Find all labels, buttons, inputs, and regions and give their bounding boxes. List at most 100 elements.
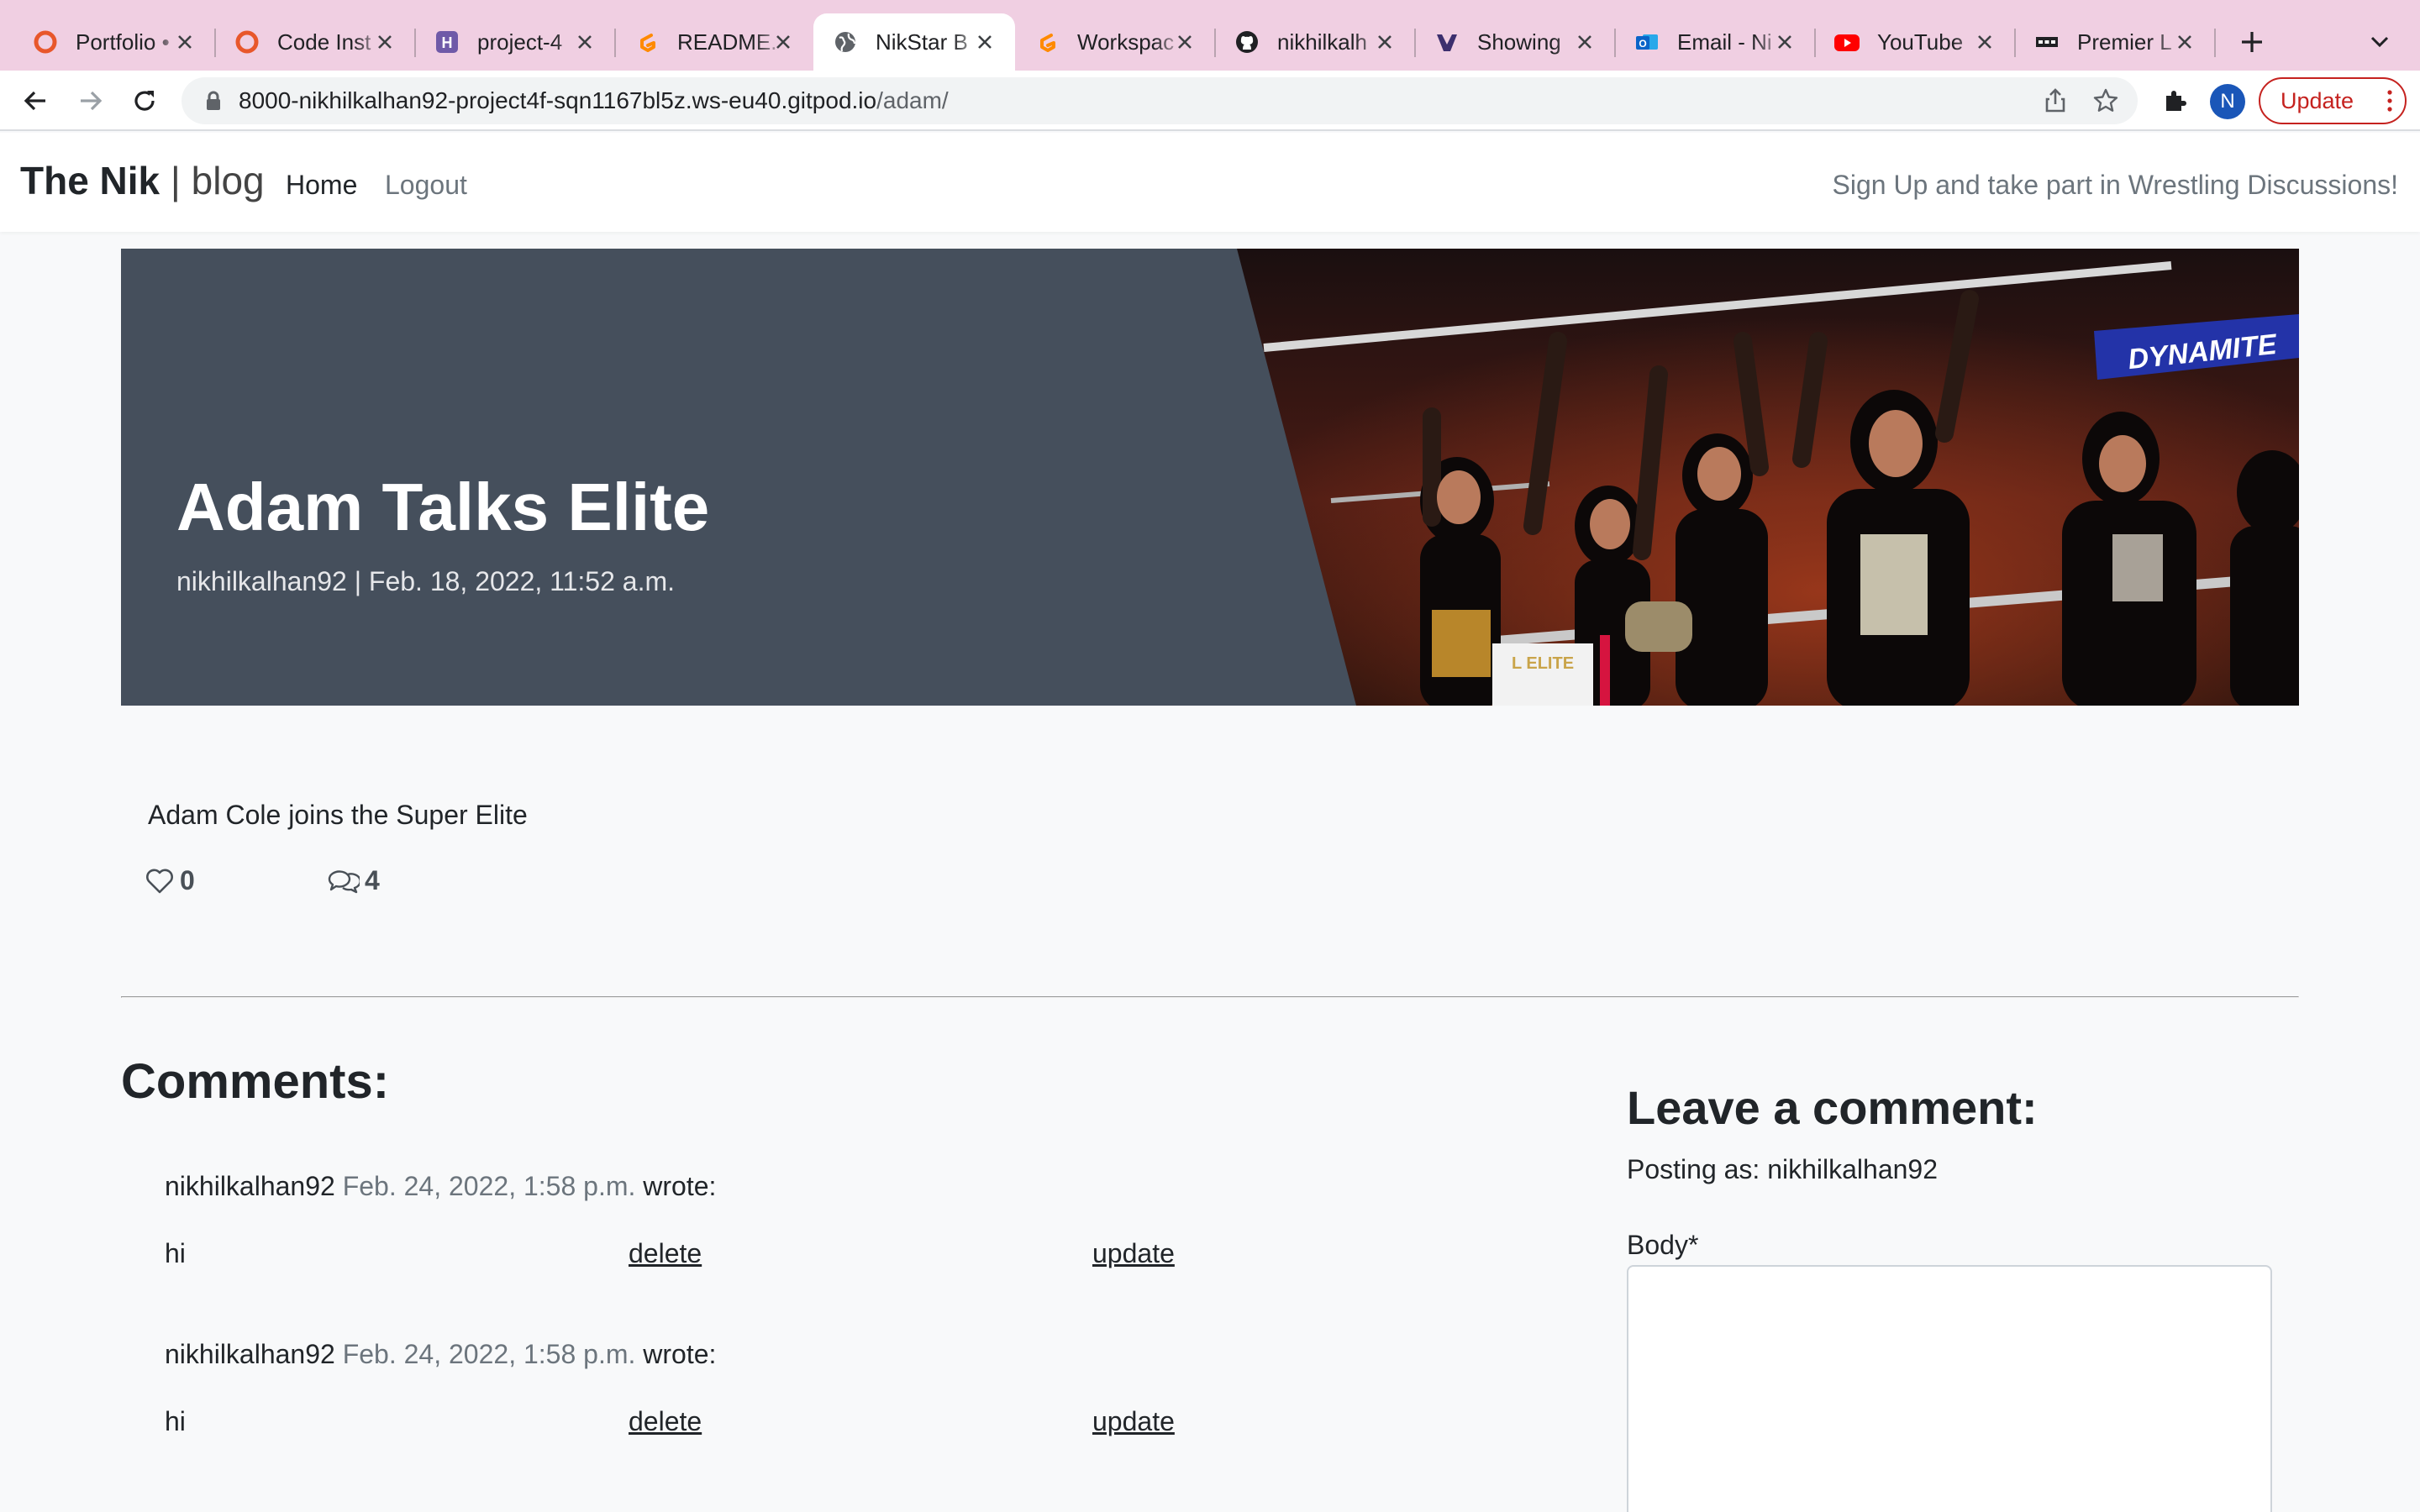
extensions-button[interactable] [2156, 82, 2193, 119]
close-tab-icon[interactable] [570, 27, 600, 57]
outlook-favicon: O [1634, 29, 1660, 55]
posting-as-text: Posting as: nikhilkalhan92 [1627, 1154, 1939, 1184]
address-bar[interactable]: 8000-nikhilkalhan92-project4f-sqn1167bl5… [182, 77, 2138, 124]
share-icon[interactable] [2042, 87, 2069, 114]
comment-header: nikhilkalhan92 Feb. 24, 2022, 1:58 p.m. … [165, 1171, 716, 1202]
bookmark-star-icon[interactable] [2092, 87, 2119, 114]
lock-icon [207, 91, 220, 110]
close-tab-icon[interactable] [970, 27, 1000, 57]
delete-comment-link[interactable]: delete [629, 1406, 702, 1437]
url-text: 8000-nikhilkalhan92-project4f-sqn1167bl5… [239, 87, 949, 114]
brand-name: The Nik [20, 159, 160, 202]
comment-body: hi [165, 1238, 186, 1268]
browser-tab-showing[interactable]: Showing [1415, 13, 1616, 71]
comment-count: 4 [365, 865, 380, 895]
close-tab-icon[interactable] [1370, 27, 1400, 57]
update-comment-link[interactable]: update [1092, 1238, 1175, 1269]
premier-league-favicon [2033, 29, 2060, 55]
close-tab-icon[interactable] [1570, 27, 1600, 57]
like-counter[interactable]: 0 [145, 865, 195, 896]
post-content: Adam Cole joins the Super Elite [148, 800, 528, 830]
back-arrow-icon [24, 91, 45, 111]
puzzle-piece-icon [2166, 91, 2186, 111]
browser-tab-youtube[interactable]: YouTube [1815, 13, 2016, 71]
forward-arrow-icon [81, 91, 103, 111]
heroku-favicon: H [434, 29, 460, 55]
portfolio-favicon [32, 29, 59, 55]
brand-suffix: blog [191, 159, 265, 202]
post-title: Adam Talks Elite [176, 470, 710, 544]
site-favicon [1434, 29, 1460, 55]
body-field-label: Body* [1627, 1230, 1699, 1260]
comments-icon [328, 869, 360, 893]
browser-tab-email[interactable]: O Email - Ni [1615, 13, 1816, 71]
like-count: 0 [180, 865, 195, 895]
section-divider [121, 996, 2299, 998]
comment-counter: 4 [326, 865, 380, 896]
browser-tab-code-institute[interactable]: Code Inst [215, 13, 416, 71]
leave-comment-heading: Leave a comment: [1627, 1081, 2038, 1134]
update-label: Update [2281, 87, 2354, 113]
comment-wrote: wrote: [643, 1339, 717, 1369]
globe-icon [832, 29, 859, 55]
reload-button[interactable] [126, 82, 163, 119]
forward-button[interactable] [72, 82, 109, 119]
back-button[interactable] [17, 82, 54, 119]
post-masthead: DYNAMITE L ELITE Adam Talks Elite nikhil… [121, 249, 2299, 706]
close-tab-icon[interactable] [2170, 27, 2200, 57]
github-favicon [1234, 29, 1260, 55]
close-tab-icon[interactable] [170, 27, 200, 57]
chevron-down-icon [2370, 36, 2389, 48]
post-meta: nikhilkalhan92 | Feb. 18, 2022, 11:52 a.… [176, 566, 675, 596]
browser-tab-workspace[interactable]: Workspac [1015, 13, 1216, 71]
youtube-favicon [1833, 29, 1860, 55]
close-tab-icon[interactable] [1170, 27, 1200, 57]
gitpod-favicon [634, 29, 660, 55]
logo-fragment-text: L ELITE [1512, 654, 1574, 673]
url-path: /adam/ [876, 87, 949, 113]
browser-tab-project-4[interactable]: H project-4 [415, 13, 616, 71]
heart-icon[interactable] [145, 868, 175, 895]
close-tab-icon[interactable] [1770, 27, 1800, 57]
update-comment-link[interactable]: update [1092, 1406, 1175, 1437]
site-navbar: The Nik | blog Home Logout Sign Up and t… [0, 133, 2420, 232]
tab-separator [2214, 29, 2216, 57]
browser-tab-strip: Portfolio • Code Inst H project-4 README… [0, 0, 2420, 71]
tab-title: NikStar B [876, 29, 968, 55]
close-tab-icon[interactable] [370, 27, 400, 57]
comments-heading: Comments: [121, 1054, 390, 1109]
comment-author: nikhilkalhan92 [165, 1339, 335, 1369]
tab-title: Portfolio • [76, 29, 170, 55]
delete-comment-link[interactable]: delete [629, 1238, 702, 1269]
new-tab-button[interactable] [2232, 22, 2272, 62]
profile-avatar[interactable]: N [2210, 84, 2245, 119]
browser-tab-premier-league[interactable]: Premier L [2015, 13, 2216, 71]
plus-icon [2242, 32, 2262, 52]
svg-text:O: O [1639, 38, 1646, 50]
browser-tab-readme[interactable]: README. [615, 13, 813, 71]
browser-toolbar: 8000-nikhilkalhan92-project4f-sqn1167bl5… [0, 71, 2420, 131]
browser-tab-nikstar-blog[interactable]: NikStar B [813, 13, 1015, 71]
browser-tab-github[interactable]: nikhilkalh [1215, 13, 1416, 71]
svg-text:H: H [442, 34, 453, 51]
close-tab-icon[interactable] [768, 27, 798, 57]
gitpod-favicon [1034, 29, 1060, 55]
comment-body: hi [165, 1406, 186, 1436]
comment-header: nikhilkalhan92 Feb. 24, 2022, 1:58 p.m. … [165, 1339, 716, 1370]
code-institute-favicon [234, 29, 260, 55]
nav-home-link[interactable]: Home [286, 170, 357, 201]
close-tab-icon[interactable] [1970, 27, 2000, 57]
url-host: 8000-nikhilkalhan92-project4f-sqn1167bl5… [239, 87, 877, 113]
comment-date: Feb. 24, 2022, 1:58 p.m. [342, 1171, 636, 1201]
browser-tab-portfolio[interactable]: Portfolio • [13, 13, 216, 71]
comment-body-input[interactable] [1627, 1265, 2272, 1512]
comment-date: Feb. 24, 2022, 1:58 p.m. [342, 1339, 636, 1369]
update-button[interactable]: Update [2259, 77, 2407, 124]
site-brand[interactable]: The Nik | blog [20, 158, 265, 203]
brand-separator: | [160, 159, 192, 202]
reload-icon [134, 91, 155, 111]
signup-tagline: Sign Up and take part in Wrestling Discu… [1832, 170, 2399, 200]
nav-logout-link[interactable]: Logout [385, 170, 467, 201]
tab-search-button[interactable] [2363, 25, 2396, 59]
more-vert-icon [2387, 90, 2392, 112]
